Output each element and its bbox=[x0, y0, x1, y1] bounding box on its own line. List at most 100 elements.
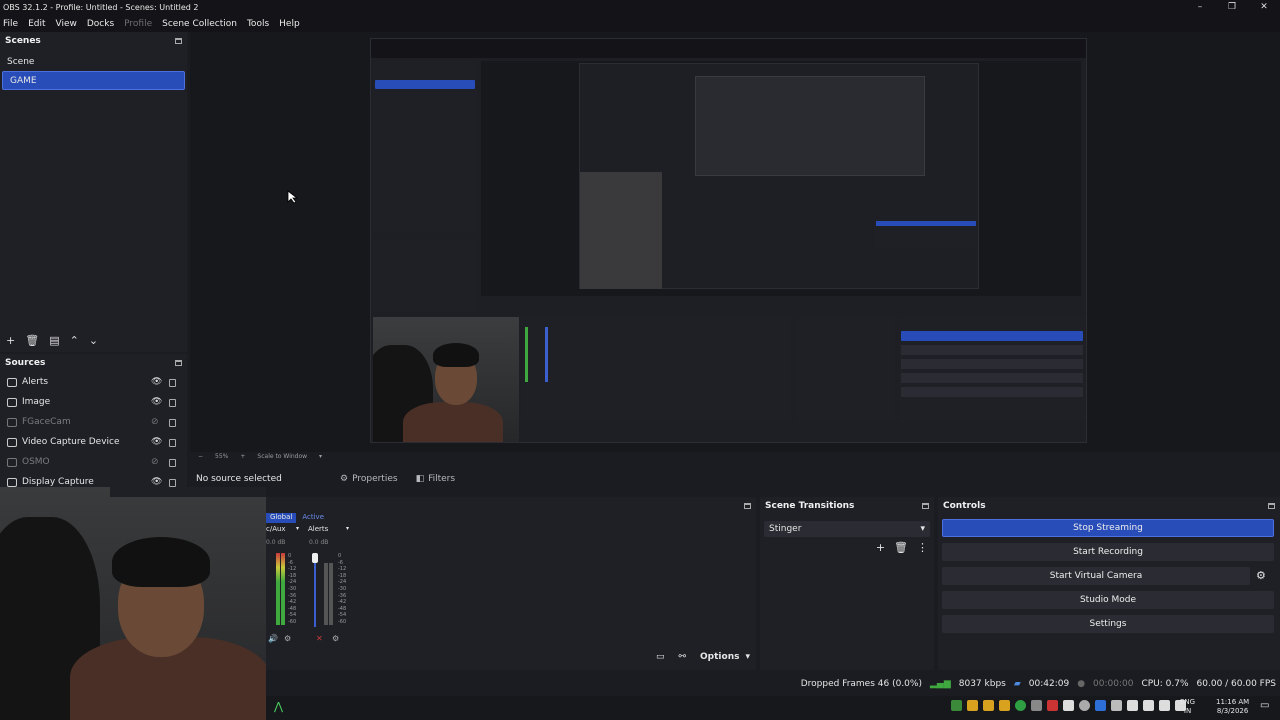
studio-mode-button[interactable]: Studio Mode bbox=[942, 591, 1274, 609]
tray-app-icon[interactable] bbox=[951, 700, 962, 711]
source-item[interactable]: Alerts 👁 bbox=[0, 372, 187, 392]
minimize-button[interactable]: – bbox=[1184, 0, 1216, 15]
more-icon[interactable]: ⋮ bbox=[917, 541, 928, 554]
app-icon[interactable]: ⋀ bbox=[274, 700, 283, 713]
options-button[interactable]: Options ▾ bbox=[700, 652, 750, 662]
meter-tick-label: -48 bbox=[288, 605, 297, 612]
eye-hidden-icon[interactable]: ⊘ bbox=[151, 417, 159, 427]
properties-label: Properties bbox=[352, 474, 398, 484]
menu-docks[interactable]: Docks bbox=[87, 19, 114, 29]
menu-profile[interactable]: Profile bbox=[124, 19, 152, 29]
tab-global[interactable]: Global bbox=[266, 513, 297, 523]
volume-fader[interactable] bbox=[314, 557, 316, 627]
menu-help[interactable]: Help bbox=[279, 19, 300, 29]
language-indicator[interactable]: ENG IN bbox=[1180, 698, 1195, 716]
eye-icon[interactable]: 👁 bbox=[151, 477, 162, 487]
float-icon[interactable] bbox=[922, 503, 929, 509]
trash-icon[interactable]: 🗑 bbox=[25, 334, 39, 347]
lock-icon[interactable] bbox=[169, 459, 176, 467]
source-item[interactable]: Image 👁 bbox=[0, 392, 187, 412]
scene-item[interactable]: Scene bbox=[0, 52, 187, 71]
zoom-out-icon[interactable]: − bbox=[198, 453, 203, 460]
chevron-down-icon[interactable]: ▾ bbox=[296, 525, 299, 532]
controls-dock: Controls Stop Streaming Start Recording … bbox=[938, 497, 1280, 670]
meter-tick-label: -54 bbox=[288, 612, 297, 619]
tray-app-icon[interactable] bbox=[983, 700, 994, 711]
lock-icon[interactable] bbox=[169, 439, 176, 447]
restore-button[interactable]: ❐ bbox=[1216, 0, 1248, 15]
layout-icon[interactable]: ▭ bbox=[656, 652, 665, 662]
start-recording-button[interactable]: Start Recording bbox=[942, 543, 1274, 561]
meter-tick-label: -42 bbox=[288, 599, 297, 606]
tray-app-icon[interactable] bbox=[999, 700, 1010, 711]
tray-app-icon[interactable] bbox=[1031, 700, 1042, 711]
tab-active[interactable]: Active bbox=[296, 513, 330, 523]
scale-mode[interactable]: Scale to Window bbox=[257, 453, 307, 460]
volume-meter bbox=[276, 553, 280, 625]
chevron-down-icon[interactable]: ▾ bbox=[346, 525, 349, 532]
tray-app-icon[interactable] bbox=[967, 700, 978, 711]
tray-app-icon[interactable] bbox=[1095, 700, 1106, 711]
filters-button[interactable]: ◧ Filters bbox=[416, 474, 456, 484]
fps: 60.00 / 60.00 FPS bbox=[1196, 679, 1276, 689]
lock-icon[interactable] bbox=[169, 379, 176, 387]
tray-app-icon[interactable] bbox=[1159, 700, 1170, 711]
scenes-dock: Scenes Scene GAME bbox=[0, 32, 187, 352]
properties-button[interactable]: ⚙ Properties bbox=[340, 474, 398, 484]
menu-file[interactable]: File bbox=[3, 19, 18, 29]
gear-icon[interactable]: ⚙ bbox=[284, 634, 291, 643]
float-icon[interactable] bbox=[744, 503, 751, 509]
menu-tools[interactable]: Tools bbox=[247, 19, 269, 29]
nested-capture bbox=[579, 63, 979, 289]
eye-icon[interactable]: 👁 bbox=[151, 397, 162, 407]
menu-scene-collection[interactable]: Scene Collection bbox=[162, 19, 237, 29]
stop-streaming-button[interactable]: Stop Streaming bbox=[942, 519, 1274, 537]
float-icon[interactable] bbox=[175, 38, 182, 44]
start-virtual-camera-button[interactable]: Start Virtual Camera bbox=[942, 567, 1250, 585]
menu-edit[interactable]: Edit bbox=[28, 19, 45, 29]
speaker-icon[interactable]: 🔊 bbox=[268, 634, 278, 643]
add-icon[interactable]: + bbox=[6, 334, 15, 347]
source-item[interactable]: OSMO ⊘ bbox=[0, 452, 187, 472]
stream-time: 00:42:09 bbox=[1028, 679, 1070, 689]
gear-icon[interactable]: ⚙ bbox=[1256, 569, 1266, 582]
lock-icon[interactable] bbox=[169, 419, 176, 427]
filter-icon[interactable]: ▤ bbox=[49, 334, 59, 347]
source-item[interactable]: Video Capture Device 👁 bbox=[0, 432, 187, 452]
tray-app-icon[interactable] bbox=[1079, 700, 1090, 711]
add-icon[interactable]: + bbox=[876, 541, 885, 554]
lock-icon[interactable] bbox=[169, 479, 176, 487]
notification-icon[interactable]: ▭ bbox=[1260, 700, 1269, 711]
tray-app-icon[interactable] bbox=[1127, 700, 1138, 711]
clock[interactable]: 11:16 AM 8/3/2026 bbox=[1216, 698, 1249, 716]
transition-select[interactable]: Stinger ▾ bbox=[764, 521, 930, 537]
stream-icon: ▰ bbox=[1013, 679, 1021, 689]
tray-app-icon[interactable] bbox=[1143, 700, 1154, 711]
float-icon[interactable] bbox=[175, 360, 182, 366]
zoom-in-icon[interactable]: + bbox=[240, 453, 245, 460]
eye-icon[interactable]: 👁 bbox=[151, 437, 162, 447]
tray-app-icon[interactable] bbox=[1015, 700, 1026, 711]
move-up-icon[interactable]: ⌃ bbox=[70, 334, 79, 347]
move-down-icon[interactable]: ⌄ bbox=[89, 334, 98, 347]
float-icon[interactable] bbox=[1268, 503, 1275, 509]
muted-icon[interactable]: ✕ bbox=[316, 634, 323, 643]
scene-item-active[interactable]: GAME bbox=[2, 71, 185, 90]
source-item[interactable]: Display Capture 👁 bbox=[0, 472, 187, 487]
trash-icon[interactable]: 🗑 bbox=[894, 541, 908, 554]
eye-hidden-icon[interactable]: ⊘ bbox=[151, 457, 159, 467]
eye-icon[interactable]: 👁 bbox=[151, 377, 162, 387]
fader-handle[interactable] bbox=[312, 553, 318, 563]
gear-icon[interactable]: ⚙ bbox=[332, 634, 339, 643]
chevron-down-icon[interactable]: ▾ bbox=[319, 453, 322, 460]
tray-app-icon[interactable] bbox=[1047, 700, 1058, 711]
link-icon[interactable]: ⚯ bbox=[678, 652, 686, 662]
source-item[interactable]: FGaceCam ⊘ bbox=[0, 412, 187, 432]
menu-view[interactable]: View bbox=[56, 19, 77, 29]
tray-app-icon[interactable] bbox=[1111, 700, 1122, 711]
settings-button[interactable]: Settings bbox=[942, 615, 1274, 633]
tray-app-icon[interactable] bbox=[1063, 700, 1074, 711]
sources-title: Sources bbox=[5, 358, 46, 368]
lock-icon[interactable] bbox=[169, 399, 176, 407]
close-button[interactable]: ✕ bbox=[1248, 0, 1280, 15]
